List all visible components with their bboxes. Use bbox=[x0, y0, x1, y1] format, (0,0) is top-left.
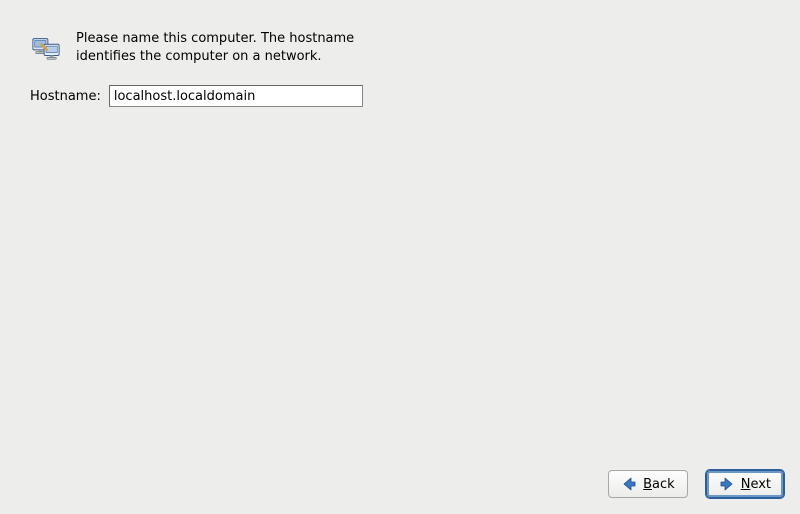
next-button[interactable]: Next bbox=[706, 470, 784, 498]
installer-page: Please name this computer. The hostname … bbox=[30, 30, 770, 107]
hostname-input[interactable] bbox=[109, 85, 363, 107]
next-button-label: Next bbox=[741, 477, 771, 492]
arrow-right-icon bbox=[719, 476, 735, 492]
hostname-row: Hostname: bbox=[30, 85, 770, 107]
instructions-text: Please name this computer. The hostname … bbox=[76, 30, 356, 65]
hostname-label: Hostname: bbox=[30, 89, 101, 104]
back-button[interactable]: Back bbox=[608, 470, 688, 498]
footer-buttons: Back Next bbox=[608, 470, 784, 498]
back-button-label: Back bbox=[643, 477, 675, 492]
network-computer-icon bbox=[30, 32, 62, 64]
arrow-left-icon bbox=[621, 476, 637, 492]
intro-section: Please name this computer. The hostname … bbox=[30, 30, 770, 65]
